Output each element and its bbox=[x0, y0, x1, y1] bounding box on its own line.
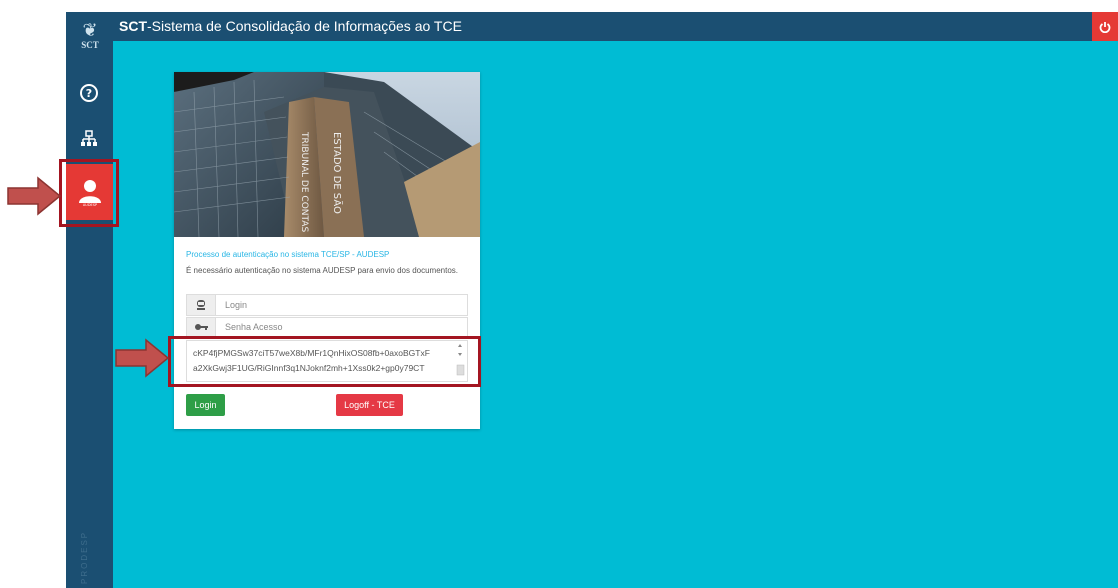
login-field[interactable]: Login bbox=[186, 294, 468, 316]
sct-logo: ❦ SCT bbox=[75, 22, 105, 58]
svg-text:TRIBUNAL DE CONTAS: TRIBUNAL DE CONTAS bbox=[299, 131, 309, 232]
sidebar: ❦ SCT ? AUDESP PRODESP bbox=[66, 12, 113, 588]
key-icon bbox=[187, 318, 216, 336]
auth-description: É necessário autenticação no sistema AUD… bbox=[186, 266, 459, 275]
app-title: SCT-Sistema de Consolidação de Informaçõ… bbox=[119, 18, 462, 34]
highlight-box-token bbox=[168, 336, 481, 387]
login-button[interactable]: Login bbox=[186, 394, 225, 416]
building-photo: TRIBUNAL DE CONTAS ESTADO DE SÃO bbox=[174, 72, 480, 237]
power-button[interactable] bbox=[1092, 12, 1118, 41]
logo-text: SCT bbox=[81, 40, 99, 50]
pointer-arrow-icon bbox=[7, 176, 62, 216]
svg-text:ESTADO DE SÃO: ESTADO DE SÃO bbox=[331, 132, 344, 214]
highlight-box-sidebar bbox=[59, 159, 119, 227]
login-placeholder: Login bbox=[225, 300, 248, 310]
auth-heading: Processo de autenticação no sistema TCE/… bbox=[186, 250, 390, 259]
org-chart-icon[interactable] bbox=[76, 126, 102, 152]
bird-icon: ❦ bbox=[82, 20, 98, 41]
help-circle-icon[interactable]: ? bbox=[76, 80, 102, 106]
user-icon bbox=[187, 295, 216, 315]
password-placeholder: Senha Acesso bbox=[225, 322, 283, 332]
pointer-arrow-icon bbox=[115, 338, 170, 378]
svg-text:?: ? bbox=[86, 87, 92, 100]
prodesp-label: PRODESP bbox=[80, 530, 89, 584]
logoff-button[interactable]: Logoff - TCE bbox=[336, 394, 403, 416]
password-field[interactable]: Senha Acesso bbox=[186, 317, 468, 337]
title-bar: SCT-Sistema de Consolidação de Informaçõ… bbox=[113, 12, 1118, 41]
power-icon bbox=[1099, 21, 1111, 33]
